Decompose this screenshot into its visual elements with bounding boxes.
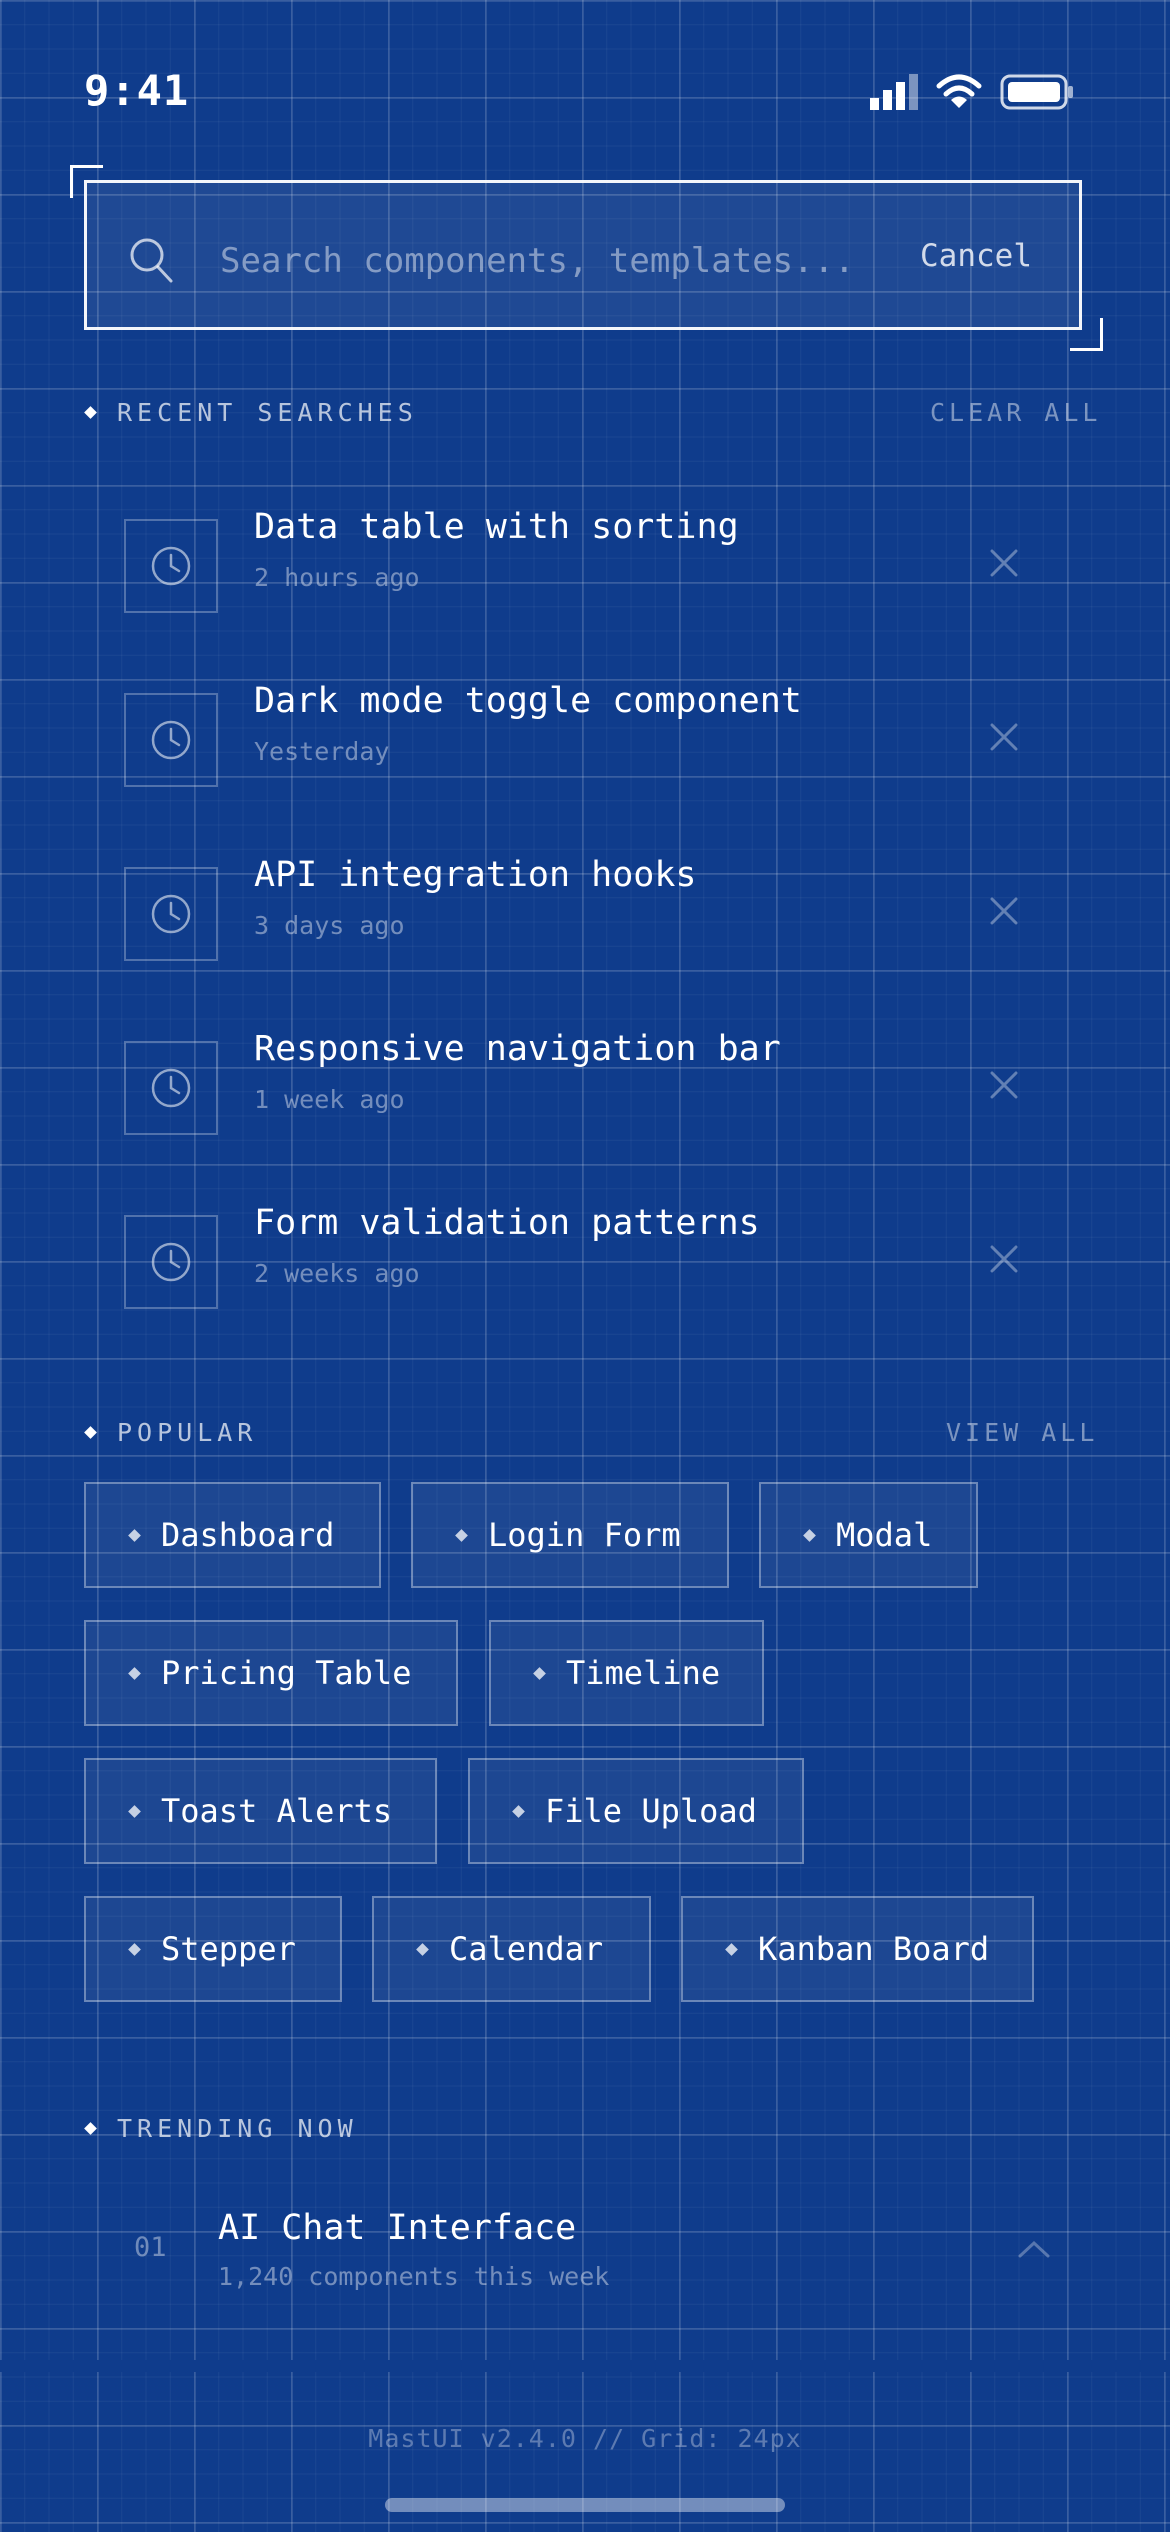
chip-label: Modal <box>836 1516 933 1554</box>
chip-toast-alerts[interactable]: Toast Alerts <box>84 1758 437 1864</box>
recent-searches-header: RECENT SEARCHES <box>84 398 418 427</box>
search-corner-mark <box>1070 318 1103 351</box>
remove-search-button[interactable] <box>984 1065 1024 1105</box>
chip-diamond-icon <box>512 1804 525 1818</box>
chip-pricing-table[interactable]: Pricing Table <box>84 1620 458 1726</box>
chip-timeline[interactable]: Timeline <box>489 1620 764 1726</box>
recent-search-title: Data table with sorting <box>254 507 739 547</box>
close-icon <box>990 897 1018 925</box>
recent-search-time: 2 weeks ago <box>254 1259 420 1288</box>
wifi-icon <box>936 74 982 108</box>
recent-search-time: 2 hours ago <box>254 563 420 592</box>
clear-all-button[interactable]: CLEAR ALL <box>930 398 1101 427</box>
recent-search-time: Yesterday <box>254 737 390 766</box>
popular-header: POPULAR <box>84 1418 258 1447</box>
cancel-button[interactable]: Cancel <box>920 238 1032 274</box>
recent-search-title: Form validation patterns <box>254 1203 760 1243</box>
trending-up-icon <box>1018 2240 1050 2258</box>
trending-rank: 01 <box>134 2232 167 2263</box>
chip-diamond-icon <box>533 1666 546 1680</box>
history-icon-box <box>124 1215 218 1309</box>
clock-icon <box>151 720 191 760</box>
recent-search-title: API integration hooks <box>254 855 697 895</box>
chip-stepper[interactable]: Stepper <box>84 1896 342 2002</box>
remove-search-button[interactable] <box>984 543 1024 583</box>
chip-label: Timeline <box>566 1654 721 1692</box>
chip-diamond-icon <box>128 1942 141 1956</box>
chip-label: Login Form <box>488 1516 681 1554</box>
close-icon <box>990 1071 1018 1099</box>
history-icon-box <box>124 519 218 613</box>
chip-diamond-icon <box>128 1666 141 1680</box>
recent-search-item[interactable]: Dark mode toggle component Yesterday <box>84 669 1082 819</box>
chip-label: Toast Alerts <box>161 1792 393 1830</box>
chip-diamond-icon <box>128 1528 141 1542</box>
recent-search-time: 1 week ago <box>254 1085 405 1114</box>
recent-search-title: Dark mode toggle component <box>254 681 802 721</box>
chip-diamond-icon <box>725 1942 738 1956</box>
trending-item-subtitle: 1,240 components this week <box>218 2262 610 2291</box>
close-icon <box>990 549 1018 577</box>
chip-diamond-icon <box>803 1528 816 1542</box>
clock-icon <box>151 1068 191 1108</box>
search-icon <box>130 238 173 283</box>
section-title: RECENT SEARCHES <box>117 398 418 427</box>
search-input[interactable] <box>218 230 872 292</box>
history-icon-box <box>124 1041 218 1135</box>
status-icons <box>870 74 1074 110</box>
remove-search-button[interactable] <box>984 717 1024 757</box>
recent-search-item[interactable]: Data table with sorting 2 hours ago <box>84 495 1082 645</box>
close-icon <box>990 723 1018 751</box>
section-diamond-icon <box>84 2122 97 2135</box>
chip-diamond-icon <box>128 1804 141 1818</box>
section-title: TRENDING NOW <box>117 2114 358 2143</box>
recent-search-item[interactable]: Form validation patterns 2 weeks ago <box>84 1191 1082 1341</box>
clock-icon <box>151 1242 191 1282</box>
chip-diamond-icon <box>416 1942 429 1956</box>
chip-label: Pricing Table <box>161 1654 412 1692</box>
chip-label: Calendar <box>449 1930 604 1968</box>
history-icon-box <box>124 867 218 961</box>
clock-icon <box>151 546 191 586</box>
chip-modal[interactable]: Modal <box>759 1482 978 1588</box>
history-icon-box <box>124 693 218 787</box>
recent-search-title: Responsive navigation bar <box>254 1029 781 1069</box>
chip-file-upload[interactable]: File Upload <box>468 1758 804 1864</box>
chip-label: File Upload <box>545 1792 757 1830</box>
close-icon <box>990 1245 1018 1273</box>
trending-item-title[interactable]: AI Chat Interface <box>218 2208 576 2248</box>
recent-search-time: 3 days ago <box>254 911 405 940</box>
status-time: 9:41 <box>84 66 190 115</box>
chip-label: Stepper <box>161 1930 296 1968</box>
home-indicator[interactable] <box>385 2498 785 2512</box>
cellular-signal-icon <box>870 74 918 110</box>
view-all-button[interactable]: VIEW ALL <box>946 1418 1098 1447</box>
section-diamond-icon <box>84 1426 97 1439</box>
section-title: POPULAR <box>117 1418 258 1447</box>
trending-header: TRENDING NOW <box>84 2114 358 2143</box>
recent-search-item[interactable]: API integration hooks 3 days ago <box>84 843 1082 993</box>
chip-login-form[interactable]: Login Form <box>411 1482 729 1588</box>
chip-calendar[interactable]: Calendar <box>372 1896 651 2002</box>
clock-icon <box>151 894 191 934</box>
battery-icon <box>1000 74 1073 110</box>
remove-search-button[interactable] <box>984 891 1024 931</box>
chip-kanban-board[interactable]: Kanban Board <box>681 1896 1034 2002</box>
chip-diamond-icon <box>455 1528 468 1542</box>
recent-search-item[interactable]: Responsive navigation bar 1 week ago <box>84 1017 1082 1167</box>
chip-label: Kanban Board <box>758 1930 990 1968</box>
remove-search-button[interactable] <box>984 1239 1024 1279</box>
section-diamond-icon <box>84 406 97 419</box>
list-fade <box>0 2360 1170 2372</box>
chip-label: Dashboard <box>161 1516 335 1554</box>
version-footer: MastUI v2.4.0 // Grid: 24px <box>368 2424 802 2453</box>
chip-dashboard[interactable]: Dashboard <box>84 1482 381 1588</box>
